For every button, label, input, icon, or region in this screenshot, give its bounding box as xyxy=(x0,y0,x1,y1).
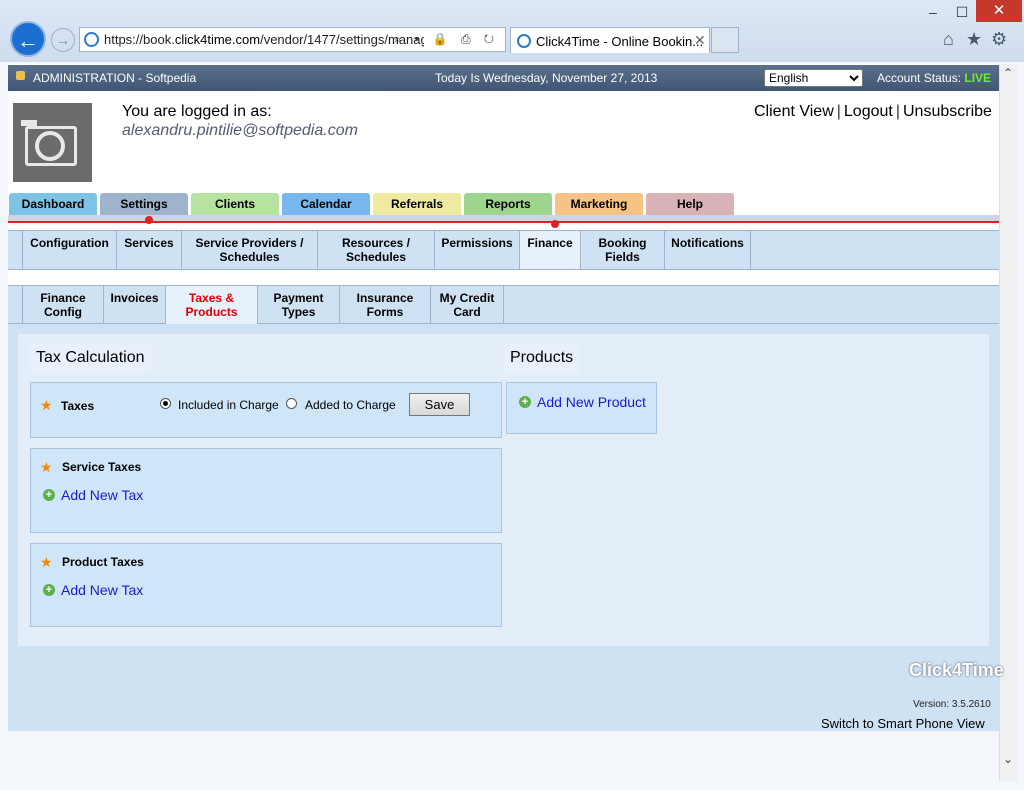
maximize-button[interactable]: ☐ xyxy=(948,2,976,22)
add-icon: + xyxy=(43,584,55,596)
avatar[interactable] xyxy=(13,103,92,182)
subtab-invoices[interactable]: Invoices xyxy=(103,286,165,324)
subtab-service-providers[interactable]: Service Providers / Schedules xyxy=(181,231,317,269)
account-status-label: Account Status: xyxy=(877,71,965,85)
subtab-finance[interactable]: Finance xyxy=(519,231,580,269)
subtab-my-credit-card[interactable]: My Credit Card xyxy=(430,286,504,324)
add-product-tax-link[interactable]: Add New Tax xyxy=(61,582,143,598)
back-arrow-icon: ← xyxy=(17,28,39,53)
products-box: + Add New Product xyxy=(506,382,657,434)
tab-close-icon[interactable]: ✕ xyxy=(694,32,706,49)
add-service-tax-link[interactable]: Add New Tax xyxy=(61,487,143,503)
save-button[interactable]: Save xyxy=(409,393,470,416)
included-label: Included in Charge xyxy=(178,398,279,412)
scroll-down-icon[interactable]: ⌄ xyxy=(1003,752,1013,766)
top-links: Client View | Logout | Unsubscribe xyxy=(754,103,992,121)
account-status: Account Status: LIVE xyxy=(877,71,991,85)
subtab-taxes-products[interactable]: Taxes & Products xyxy=(165,286,257,324)
product-taxes-box: ★ Product Taxes + Add New Tax xyxy=(30,543,502,627)
settings-subnav: Configuration Services Service Providers… xyxy=(8,230,999,270)
link-separator: | xyxy=(895,103,900,120)
included-radio[interactable] xyxy=(160,398,171,409)
product-taxes-label: Product Taxes xyxy=(62,555,144,569)
tab-help[interactable]: Help xyxy=(646,193,734,215)
ie-page-icon xyxy=(84,32,99,47)
subtab-resources[interactable]: Resources / Schedules xyxy=(317,231,434,269)
subtab-notifications[interactable]: Notifications xyxy=(664,231,751,269)
address-url[interactable]: https://book.click4time.com/vendor/1477/… xyxy=(104,32,424,47)
link-separator: | xyxy=(836,103,841,120)
current-date: Today Is Wednesday, November 27, 2013 xyxy=(435,71,658,85)
home-icon[interactable]: ⌂ xyxy=(943,29,954,50)
logged-in-label: You are logged in as: xyxy=(122,103,272,120)
star-icon: ★ xyxy=(40,459,53,475)
subtab-permissions[interactable]: Permissions xyxy=(434,231,519,269)
browser-tab-active[interactable]: Click4Time - Online Bookin... ✕ xyxy=(510,27,710,53)
tab-referrals[interactable]: Referrals xyxy=(373,193,461,215)
forward-arrow-icon: → xyxy=(56,32,70,48)
admin-bar: ADMINISTRATION - Softpedia Today Is Wedn… xyxy=(8,65,999,91)
close-window-button[interactable]: ✕ xyxy=(976,0,1022,22)
camera-lens-icon xyxy=(35,131,65,161)
tab-reports[interactable]: Reports xyxy=(464,193,552,215)
subtab-insurance-forms[interactable]: Insurance Forms xyxy=(339,286,430,324)
gear-icon[interactable]: ⚙ xyxy=(991,29,1007,50)
forward-button[interactable]: → xyxy=(51,28,75,52)
red-divider xyxy=(8,221,999,223)
client-view-link[interactable]: Client View xyxy=(754,103,834,120)
subtab-services[interactable]: Services xyxy=(116,231,181,269)
admin-title: ADMINISTRATION - Softpedia xyxy=(33,71,197,85)
add-icon: + xyxy=(519,396,531,408)
click4time-logo: Click4Time xyxy=(909,660,1004,680)
user-email: alexandru.pintilie@softpedia.com xyxy=(122,122,358,139)
version-text: Version: 3.5.2610 xyxy=(913,699,991,710)
address-bar[interactable]: https://book.click4time.com/vendor/1477/… xyxy=(79,27,506,52)
tab-title: Click4Time - Online Bookin... xyxy=(536,34,704,49)
tab-clients[interactable]: Clients xyxy=(191,193,279,215)
tab-marketing[interactable]: Marketing xyxy=(555,193,643,215)
subtab-payment-types[interactable]: Payment Types xyxy=(257,286,339,324)
added-label: Added to Charge xyxy=(305,398,396,412)
language-select[interactable]: English xyxy=(764,69,863,87)
service-taxes-box: ★ Service Taxes + Add New Tax xyxy=(30,448,502,533)
service-taxes-label: Service Taxes xyxy=(62,460,142,474)
minimize-button[interactable]: – xyxy=(918,2,948,22)
new-tab-button[interactable] xyxy=(711,27,739,53)
add-new-product-link[interactable]: Add New Product xyxy=(537,394,646,410)
address-tools-icons[interactable]: ⌕ ▾ 🔒 ⎙ ↻ xyxy=(394,32,499,47)
scroll-up-icon[interactable]: ⌃ xyxy=(1003,66,1013,80)
star-icon: ★ xyxy=(40,397,53,413)
subtab-configuration[interactable]: Configuration xyxy=(22,231,116,269)
tab-calendar[interactable]: Calendar xyxy=(282,193,370,215)
products-title: Products xyxy=(504,344,580,372)
tab-settings[interactable]: Settings xyxy=(100,193,188,215)
added-radio[interactable] xyxy=(286,398,297,409)
favorites-star-icon[interactable]: ★ xyxy=(966,29,982,50)
tab-dashboard[interactable]: Dashboard xyxy=(9,193,97,215)
subtab-booking-fields[interactable]: Booking Fields xyxy=(580,231,664,269)
taxes-label: Taxes xyxy=(61,399,95,413)
subtab-finance-config[interactable]: Finance Config xyxy=(22,286,103,324)
tax-calculation-title: Tax Calculation xyxy=(30,344,151,372)
add-icon: + xyxy=(43,489,55,501)
ie-tab-icon xyxy=(517,34,531,48)
active-subtab-marker xyxy=(551,220,559,228)
url-domain: click4time.com xyxy=(174,32,261,47)
smart-phone-view-link[interactable]: Switch to Smart Phone View xyxy=(821,716,985,731)
unsubscribe-link[interactable]: Unsubscribe xyxy=(903,103,992,120)
logout-link[interactable]: Logout xyxy=(844,103,893,120)
lock-icon xyxy=(16,71,25,80)
back-button[interactable]: ← xyxy=(10,21,46,57)
finance-subnav: Finance Config Invoices Taxes & Products… xyxy=(8,285,999,324)
account-status-value: LIVE xyxy=(964,71,992,85)
star-icon: ★ xyxy=(40,554,53,570)
url-prefix: https://book. xyxy=(104,32,175,47)
